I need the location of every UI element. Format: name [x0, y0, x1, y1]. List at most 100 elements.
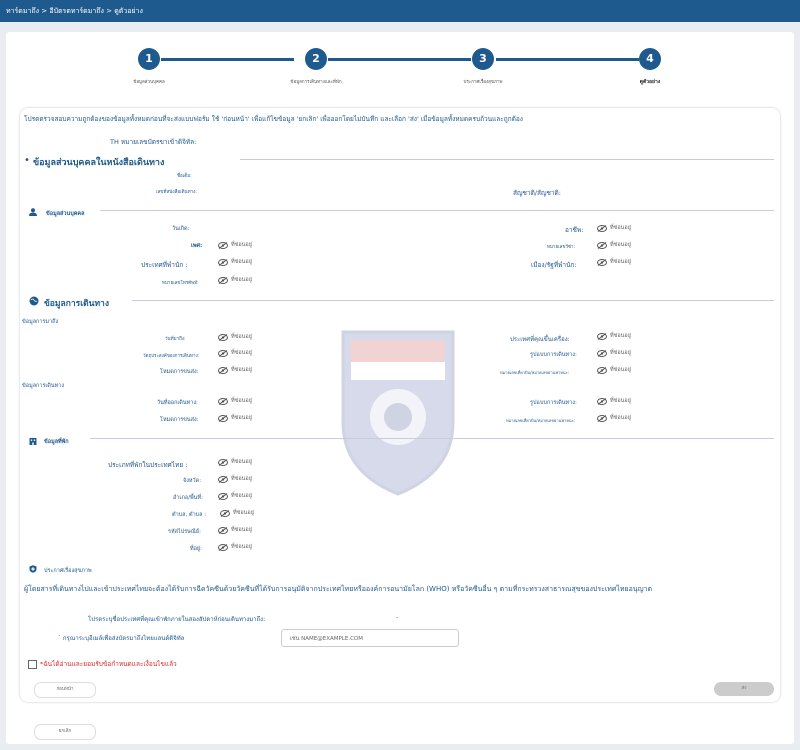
departure-date-value: ที่ซ่อนอยู่ [218, 397, 252, 405]
submit-button[interactable]: ส่ง [714, 682, 774, 696]
postcode-label: รหัสไปรษณีย์: [168, 529, 201, 535]
eye-slash-icon[interactable] [218, 333, 228, 341]
eye-slash-icon[interactable] [218, 543, 228, 551]
district-label: อำเภอ/พื้นที่: [173, 495, 203, 501]
agreement-checkbox[interactable] [28, 660, 37, 669]
shield-icon [29, 565, 37, 573]
departure-travel-mode-value: ที่ซ่อนอยู่ [597, 397, 631, 405]
departure-transport-mode-label: โหมดการขนส่ง: [160, 417, 199, 423]
province-value: ที่ซ่อนอยู่ [218, 475, 252, 483]
eye-slash-icon[interactable] [218, 241, 228, 249]
eye-slash-icon[interactable] [597, 258, 607, 266]
eye-slash-icon[interactable] [597, 397, 607, 405]
eye-slash-icon[interactable] [218, 475, 228, 483]
postcode-value: ที่ซ่อนอยู่ [218, 526, 252, 534]
bullet-icon: • [24, 155, 30, 166]
email-input[interactable]: เช่น NAME@EXAMPLE.COM [281, 629, 459, 647]
name-label: ชื่อเต็ม: [177, 174, 192, 179]
eye-slash-icon[interactable] [597, 224, 607, 232]
passport-number-label: เลขที่หนังสือเดินทาง: [156, 190, 197, 195]
hidden-text: ที่ซ่อนอยู่ [231, 350, 252, 356]
building-icon [29, 438, 37, 445]
instruction-text: โปรดตรวจสอบความถูกต้องของข้อมูลทั้งหมดก่… [24, 115, 523, 123]
step-connector [161, 58, 294, 61]
eye-slash-icon[interactable] [218, 492, 228, 500]
hidden-text: ที่ซ่อนอยู่ [231, 527, 252, 533]
step-connector [328, 58, 471, 61]
hidden-text: ที่ซ่อนอยู่ [610, 415, 631, 421]
district-value: ที่ซ่อนอยู่ [218, 492, 252, 500]
eye-slash-icon[interactable] [218, 258, 228, 266]
divider [132, 300, 774, 301]
personal-section-title: ข้อมูลส่วนบุคคล [46, 211, 85, 217]
hidden-text: ที่ซ่อนอยู่ [610, 367, 631, 373]
visa-value: ที่ซ่อนอยู่ [597, 241, 631, 249]
subdistrict-label: ตำบล, ตำบล : [172, 512, 207, 518]
email-label-text: กรุณาระบุอีเมล์เพื่อส่งบัตรมาถึงไทยแลนด์… [62, 635, 185, 642]
hidden-text: ที่ซ่อนอยู่ [231, 277, 252, 283]
city-residence-value: ที่ซ่อนอยู่ [597, 258, 631, 266]
divider [90, 438, 774, 439]
eye-slash-icon[interactable] [218, 526, 228, 534]
sex-value: ที่ซ่อนอยู่ [218, 241, 252, 249]
departure-subtitle: ข้อมูลการเดินทาง [22, 383, 65, 389]
travel-mode-label: รูปแบบการเดินทาง: [530, 352, 577, 358]
eye-slash-icon[interactable] [218, 397, 228, 405]
city-residence-label: เมือง/รัฐที่พำนัก: [531, 261, 577, 269]
hidden-text: ที่ซ่อนอยู่ [231, 415, 252, 421]
step-4-label: ดูตัวอย่าง [639, 79, 661, 85]
eye-slash-icon[interactable] [597, 366, 607, 374]
eye-slash-icon[interactable] [218, 276, 228, 284]
subdistrict-value: ที่ซ่อนอยู่ [220, 509, 254, 517]
email-label: ` กรุณาระบุอีเมล์เพื่อส่งบัตรมาถึงไทยแลน… [58, 635, 185, 642]
phone-label: หมายเลขโทรศัพท์: [162, 281, 199, 286]
eye-slash-icon[interactable] [220, 509, 230, 517]
cancel-button[interactable]: ยกเลิก [34, 724, 96, 740]
step-2-circle[interactable]: 2 [305, 48, 327, 70]
country-residence-label: ประเทศที่พำนัก : [141, 261, 188, 269]
hidden-text: ที่ซ่อนอยู่ [231, 259, 252, 265]
hidden-text: ที่ซ่อนอยู่ [231, 493, 252, 499]
eye-slash-icon[interactable] [597, 414, 607, 422]
arrival-subtitle: ข้อมูลการมาถึง [22, 319, 59, 325]
transport-mode-value: ที่ซ่อนอยู่ [218, 366, 252, 374]
step-3-label: ประกาศเรื่องสุขภาพ [463, 80, 503, 85]
divider [240, 159, 774, 160]
purpose-label: วัตถุประสงค์ของการเดินทาง: [143, 354, 200, 359]
eye-slash-icon[interactable] [218, 458, 228, 466]
flight-number-label: หมายเลขเที่ยวบิน/หมายเลขยานพาหนะ: [500, 370, 570, 375]
eye-slash-icon[interactable] [218, 349, 228, 357]
passport-section-title: ข้อมูลส่วนบุคคลในหนังสือเดินทาง [33, 158, 165, 168]
departure-flight-number-label: หมายเลขเที่ยวบิน/หมายเลขยานพาหนะ: [506, 418, 576, 423]
eye-slash-icon[interactable] [218, 414, 228, 422]
boarding-country-label: ประเทศที่คุณขึ้นเครื่อง: [510, 336, 570, 343]
occupation-value: ที่ซ่อนอยู่ [597, 224, 631, 232]
departure-date-label: วันที่ออกเดินทาง: [157, 400, 198, 406]
purpose-value: ที่ซ่อนอยู่ [218, 349, 252, 357]
breadcrumb[interactable]: ทาร์ดมาถึง > อีบัตรดทาร์ดมาถึง > ดูตัวอย… [6, 0, 143, 22]
departure-transport-mode-value: ที่ซ่อนอยู่ [218, 414, 252, 422]
eye-slash-icon[interactable] [597, 241, 607, 249]
accommodation-section-title: ข้อมูลที่พัก [44, 439, 69, 445]
step-3-circle[interactable]: 3 [472, 48, 494, 70]
accommodation-type-label: ประเภทที่พักในประเทศไทย : [108, 461, 188, 469]
previous-button[interactable]: ก่อนหน้า [34, 682, 96, 698]
step-2-label: ข้อมูลการเดินทางและที่พัก [290, 80, 342, 85]
health-section-title: ประกาศเรื่องสุขภาพ [44, 568, 92, 574]
country-residence-value: ที่ซ่อนอยู่ [218, 258, 252, 266]
step-1-circle[interactable]: 1 [138, 48, 160, 70]
hidden-text: ที่ซ่อนอยู่ [231, 242, 252, 248]
nationality-label: สัญชาติ/สัญชาติ: [513, 189, 561, 197]
flight-number-value: ที่ซ่อนอยู่ [597, 366, 631, 374]
sex-label: เพศ: [191, 243, 203, 249]
eye-slash-icon[interactable] [218, 366, 228, 374]
hidden-text: ที่ซ่อนอยู่ [231, 334, 252, 340]
eye-slash-icon[interactable] [597, 349, 607, 357]
hidden-text: ที่ซ่อนอยู่ [610, 350, 631, 356]
province-label: จังหวัด: [183, 478, 202, 484]
eye-slash-icon[interactable] [597, 332, 607, 340]
address-label: ที่อยู่: [190, 546, 203, 552]
divider [100, 210, 774, 211]
hidden-text: ที่ซ่อนอยู่ [231, 367, 252, 373]
step-4-circle[interactable]: 4 [639, 48, 661, 70]
